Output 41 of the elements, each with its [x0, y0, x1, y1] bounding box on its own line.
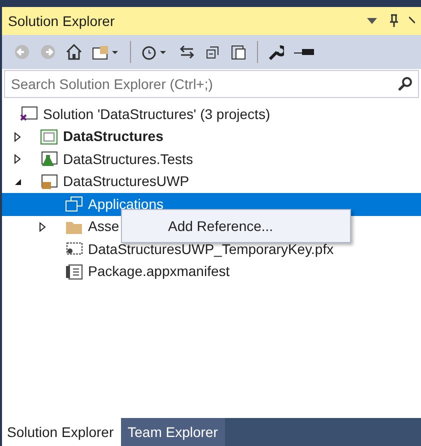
tree-item-label: DataStructures.Tests	[63, 150, 193, 169]
solution-icon	[20, 106, 38, 122]
csharp-project-icon	[40, 128, 58, 145]
collapsed-arrow-icon[interactable]	[39, 222, 46, 232]
tab[interactable]: Team Explorer	[120, 418, 225, 446]
package-project-icon	[40, 174, 58, 190]
flask-icon	[40, 151, 58, 168]
search-icon[interactable]	[398, 77, 412, 91]
collapsed-arrow-icon[interactable]	[14, 154, 21, 164]
collapse-all-icon[interactable]	[205, 44, 221, 60]
dropdown-icon[interactable]	[367, 18, 377, 24]
tree-item-label: DataStructuresUWP_TemporaryKey.pfx	[88, 240, 334, 259]
tree-item[interactable]: DataStructuresUWP_TemporaryKey.pfx	[2, 238, 421, 260]
certificate-icon	[65, 241, 83, 258]
tree-item-label: DataStructuresUWP	[63, 172, 190, 192]
search-field[interactable]: Search Solution Explorer (Ctrl+;)	[4, 70, 419, 98]
tree-item[interactable]: DataStructures.Tests	[2, 148, 421, 170]
tree-item-label: Package.appxmanifest	[88, 262, 230, 282]
tree-item[interactable]: Solution 'DataStructures' (3 projects)	[2, 103, 421, 126]
preview-icon[interactable]	[294, 48, 314, 56]
windows-icon	[65, 196, 83, 212]
tree-item-label: DataStructures	[63, 127, 164, 146]
sync-icon[interactable]	[179, 44, 195, 60]
tree-item-label: Solution 'DataStructures' (3 projects)	[43, 104, 270, 124]
home-icon[interactable]	[66, 44, 82, 60]
search-input[interactable]: Search Solution Explorer (Ctrl+;)	[11, 74, 398, 94]
tree-item[interactable]: DataStructures	[2, 126, 421, 148]
expanded-arrow-icon[interactable]	[14, 178, 22, 186]
manifest-icon	[65, 264, 83, 280]
history-icon[interactable]	[141, 44, 169, 60]
window-title: Solution Explorer	[8, 12, 116, 31]
tree-item-label: Applications	[88, 194, 164, 214]
tab[interactable]: Solution Explorer	[2, 418, 121, 446]
tree-item[interactable]: DataStructuresUWP	[2, 170, 421, 193]
tree-item[interactable]: Package.appxmanifest	[2, 260, 421, 283]
copy-icon[interactable]	[231, 44, 247, 60]
folder-switch-icon[interactable]	[92, 44, 120, 60]
collapsed-arrow-icon[interactable]	[14, 132, 21, 142]
menu-item[interactable]: Add Reference...	[122, 213, 350, 239]
pin-icon[interactable]	[389, 14, 399, 28]
tree-item-label: Asse	[88, 217, 120, 236]
